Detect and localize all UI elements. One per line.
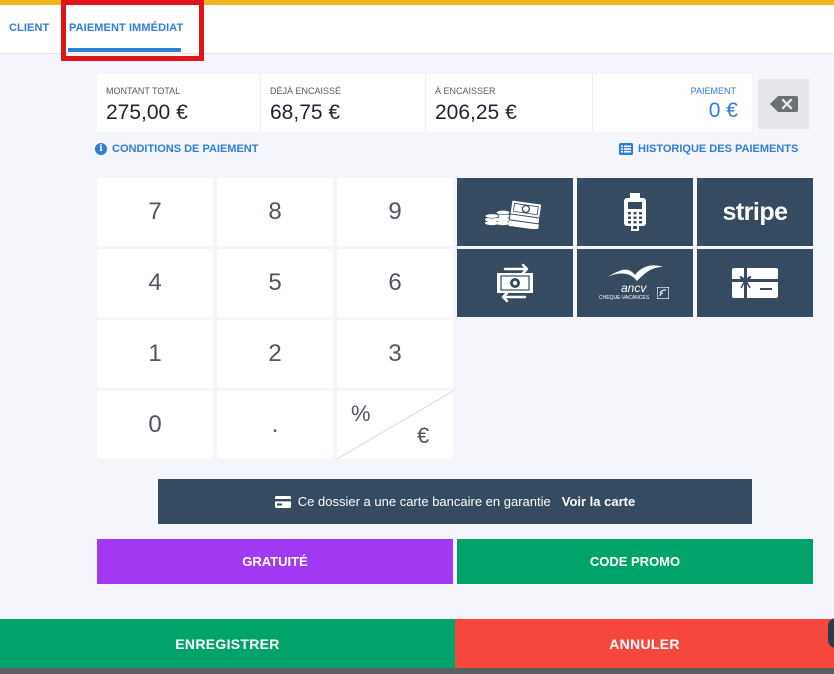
- payment-amount-label: PAIEMENT: [690, 86, 736, 96]
- highlight-annotation: [61, 0, 204, 61]
- euro-symbol: €: [417, 423, 430, 448]
- stripe-logo: stripe: [722, 197, 788, 226]
- key-percent-euro-toggle[interactable]: % €: [337, 391, 453, 459]
- collected-amount-cell: DÉJÀ ENCAISSÉ 68,75 €: [261, 74, 425, 132]
- transfer-payment-button[interactable]: [457, 249, 573, 317]
- ancv-subtitle: CHÈQUE-VACANCES: [599, 295, 650, 301]
- contactless-icon: [657, 287, 669, 299]
- key-2[interactable]: 2: [217, 320, 333, 388]
- info-icon: i: [95, 143, 107, 155]
- payment-amount-value: 0 €: [708, 99, 738, 122]
- gift-card-payment-button[interactable]: [697, 249, 813, 317]
- key-6[interactable]: 6: [337, 249, 453, 317]
- total-amount-label: MONTANT TOTAL: [106, 86, 181, 96]
- gift-card-icon: [732, 268, 778, 298]
- guarantee-card-text: Ce dossier a une carte bancaire en garan…: [297, 494, 551, 509]
- guarantee-card-banner[interactable]: Ce dossier a une carte bancaire en garan…: [158, 479, 752, 524]
- key-3[interactable]: 3: [337, 320, 453, 388]
- backspace-icon: [769, 96, 798, 112]
- key-0[interactable]: 0: [97, 391, 213, 459]
- card-terminal-icon: [624, 193, 646, 231]
- credit-card-icon: [274, 495, 291, 508]
- key-9[interactable]: 9: [337, 178, 453, 246]
- key-decimal[interactable]: .: [217, 391, 333, 459]
- promo-code-button[interactable]: CODE PROMO: [457, 539, 813, 584]
- total-amount-cell: MONTANT TOTAL 275,00 €: [97, 74, 260, 132]
- stripe-payment-button[interactable]: stripe: [697, 178, 813, 246]
- collected-amount-value: 68,75 €: [270, 101, 341, 124]
- floating-widget-edge[interactable]: [828, 618, 834, 648]
- key-1[interactable]: 1: [97, 320, 213, 388]
- gratuity-button[interactable]: GRATUITÉ: [97, 539, 453, 584]
- key-7[interactable]: 7: [97, 178, 213, 246]
- view-card-link[interactable]: Voir la carte: [562, 494, 635, 509]
- save-button[interactable]: ENREGISTRER: [0, 619, 455, 668]
- key-4[interactable]: 4: [97, 249, 213, 317]
- due-amount-cell: À ENCAISSER 206,25 €: [426, 74, 592, 132]
- percent-symbol: %: [351, 401, 371, 426]
- cancel-button[interactable]: ANNULER: [455, 619, 834, 668]
- payment-conditions-link[interactable]: i CONDITIONS DE PAIEMENT: [95, 143, 258, 155]
- ancv-payment-button[interactable]: ancv CHÈQUE-VACANCES: [577, 249, 693, 317]
- payment-summary: MONTANT TOTAL 275,00 € DÉJÀ ENCAISSÉ 68,…: [97, 74, 752, 132]
- key-5[interactable]: 5: [217, 249, 333, 317]
- list-icon: [619, 143, 633, 155]
- total-amount-value: 275,00 €: [106, 101, 188, 124]
- card-terminal-payment-button[interactable]: [577, 178, 693, 246]
- payment-conditions-label: CONDITIONS DE PAIEMENT: [112, 143, 259, 155]
- cash-icon: [484, 199, 543, 229]
- backspace-button[interactable]: [758, 79, 809, 129]
- collected-amount-label: DÉJÀ ENCAISSÉ: [270, 86, 342, 96]
- due-amount-label: À ENCAISSER: [435, 86, 496, 96]
- cash-payment-button[interactable]: [457, 178, 573, 246]
- payment-amount-cell[interactable]: PAIEMENT 0 €: [593, 74, 752, 132]
- due-amount-value: 206,25 €: [435, 101, 517, 124]
- payment-history-label: HISTORIQUE DES PAIEMENTS: [638, 143, 799, 155]
- ancv-logo: ancv: [621, 281, 647, 295]
- transfer-icon: [497, 263, 533, 303]
- bottom-strip: [0, 668, 834, 674]
- payment-history-link[interactable]: HISTORIQUE DES PAIEMENTS: [619, 143, 798, 155]
- tab-client[interactable]: CLIENT: [9, 22, 49, 34]
- key-8[interactable]: 8: [217, 178, 333, 246]
